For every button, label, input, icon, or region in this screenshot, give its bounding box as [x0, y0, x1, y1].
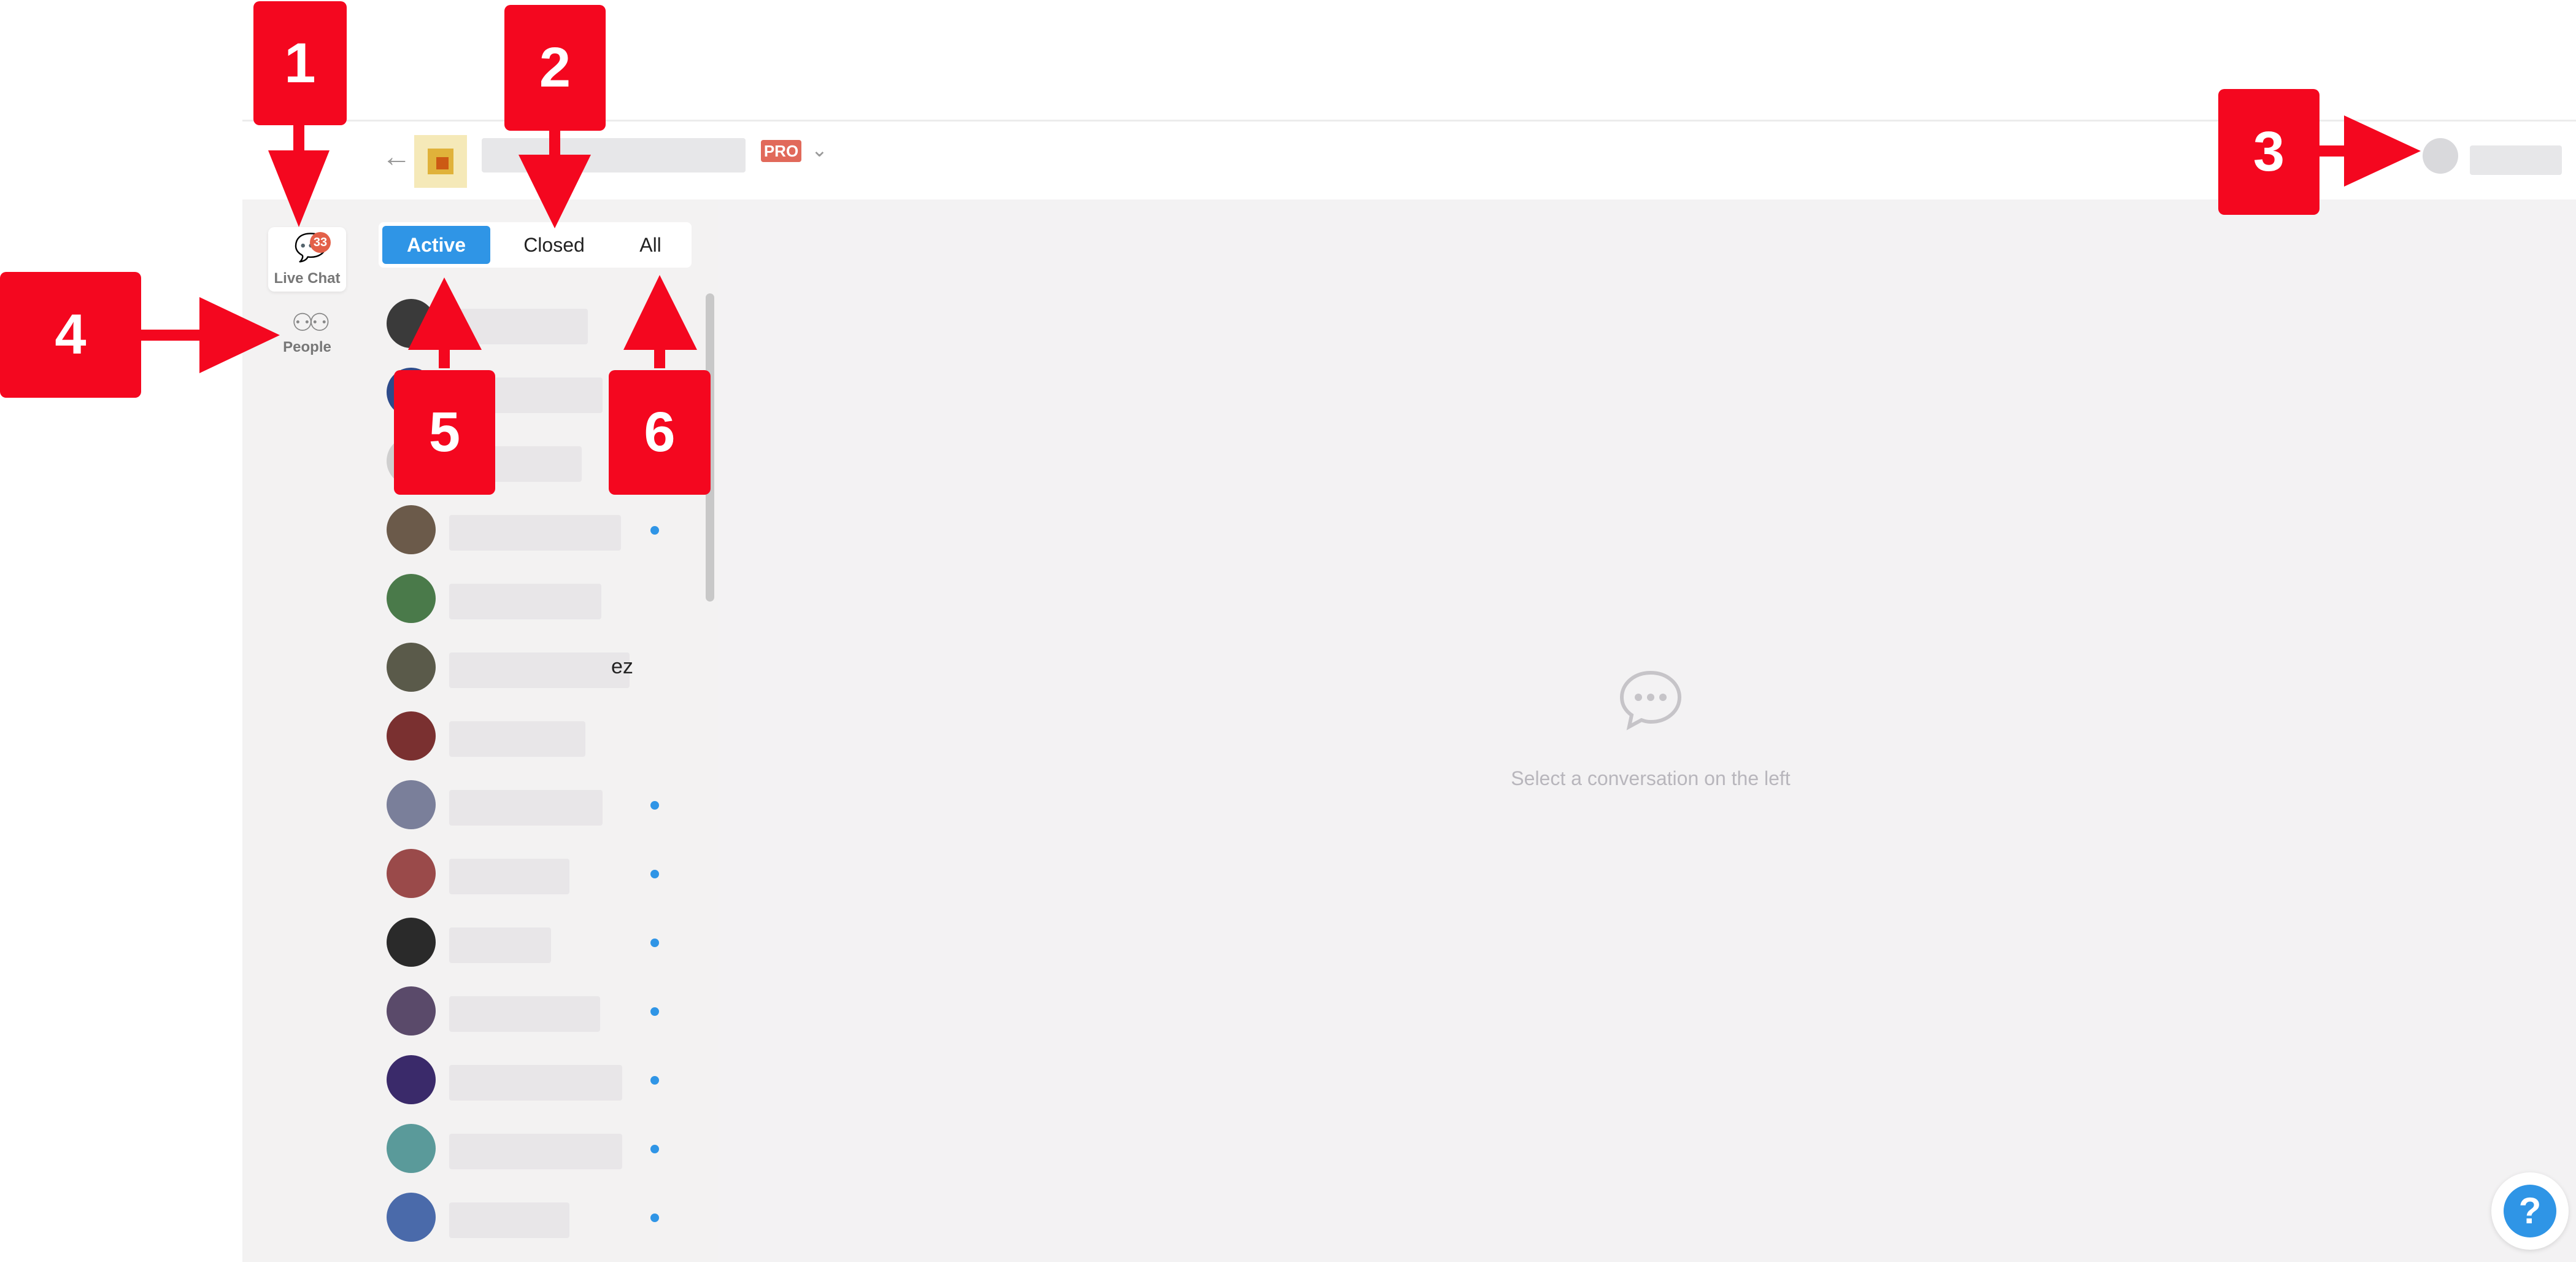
- annotation-callout-4: 4: [0, 272, 141, 398]
- annotation-callout-2: 2: [504, 5, 606, 131]
- annotation-arrows: [140, 115, 2421, 373]
- annotation-callout-3: 3: [2218, 89, 2320, 215]
- annotation-callout-6: 6: [609, 370, 711, 495]
- annotation-callout-1: 1: [253, 1, 347, 125]
- annotation-callout-5: 5: [394, 370, 495, 495]
